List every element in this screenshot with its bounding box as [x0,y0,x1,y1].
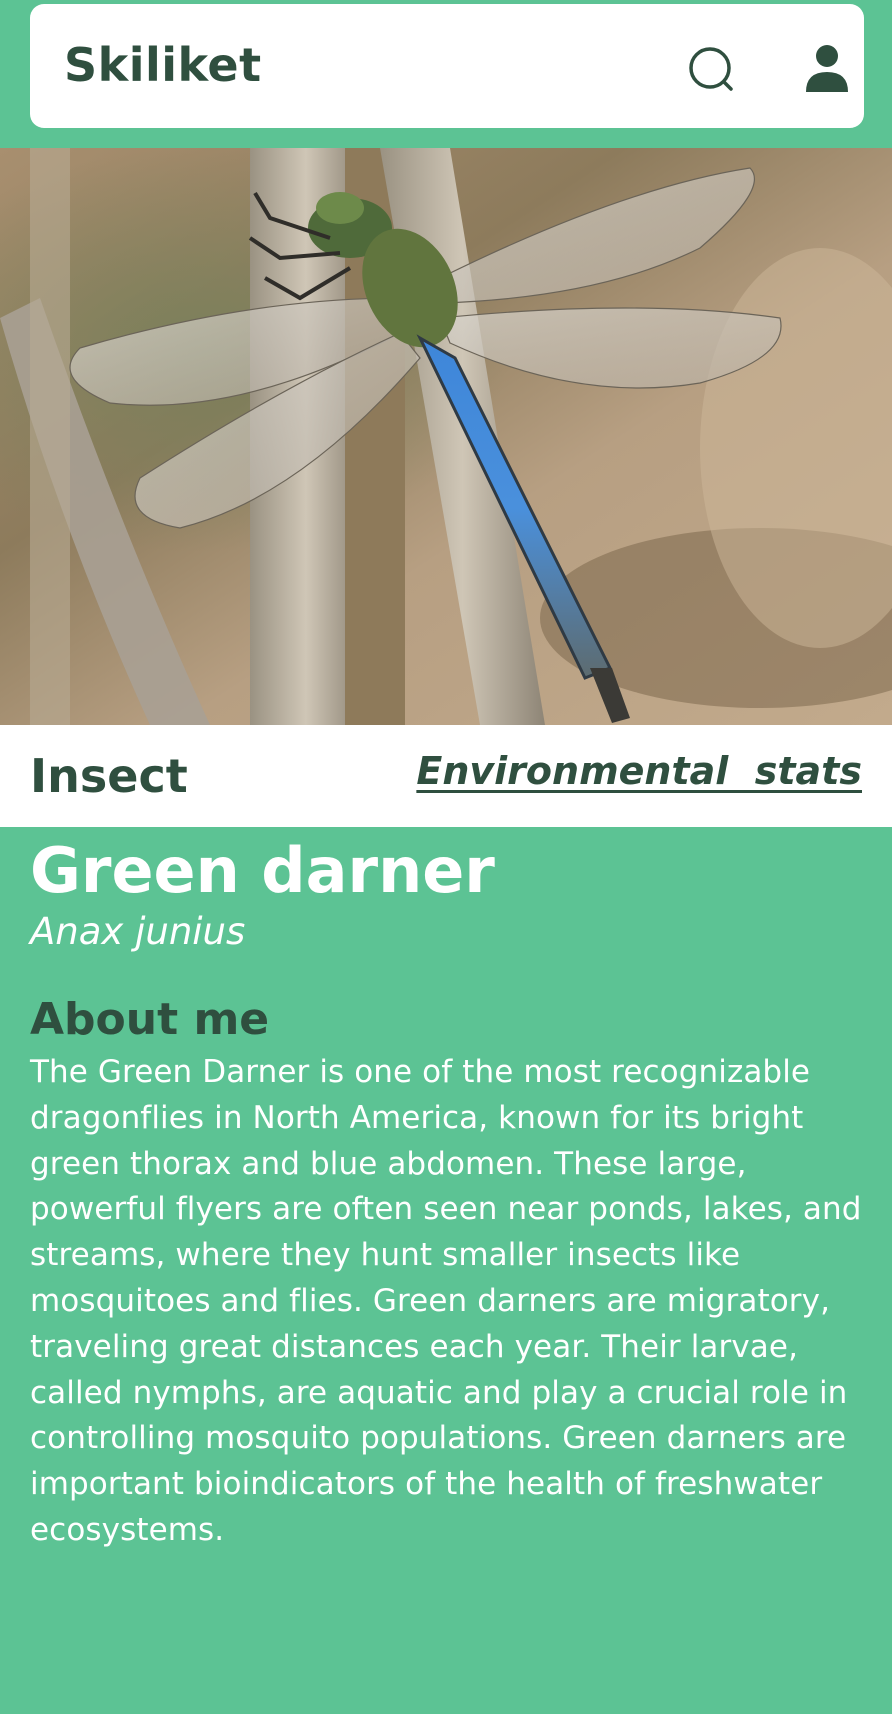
app-header: Skiliket [30,4,864,128]
species-scientific-name: Anax junius [30,910,246,953]
category-bar: Insect Environmental stats [0,725,892,827]
user-icon[interactable] [802,42,852,96]
app-title: Skiliket [64,38,262,92]
species-page: Skiliket Insect Environmental stats Gree… [0,0,892,1714]
species-content: Green darner Anax junius About me The Gr… [30,836,870,1554]
environmental-stats-link[interactable]: Environmental stats [416,749,862,793]
about-heading: About me [30,994,270,1045]
about-text: The Green Darner is one of the most reco… [30,1054,862,1548]
dragonfly-photo [0,148,892,725]
search-icon[interactable] [686,44,738,96]
dragonfly-photo-illustration [0,148,892,725]
species-common-name: Green darner [30,834,495,907]
category-label: Insect [30,749,188,803]
